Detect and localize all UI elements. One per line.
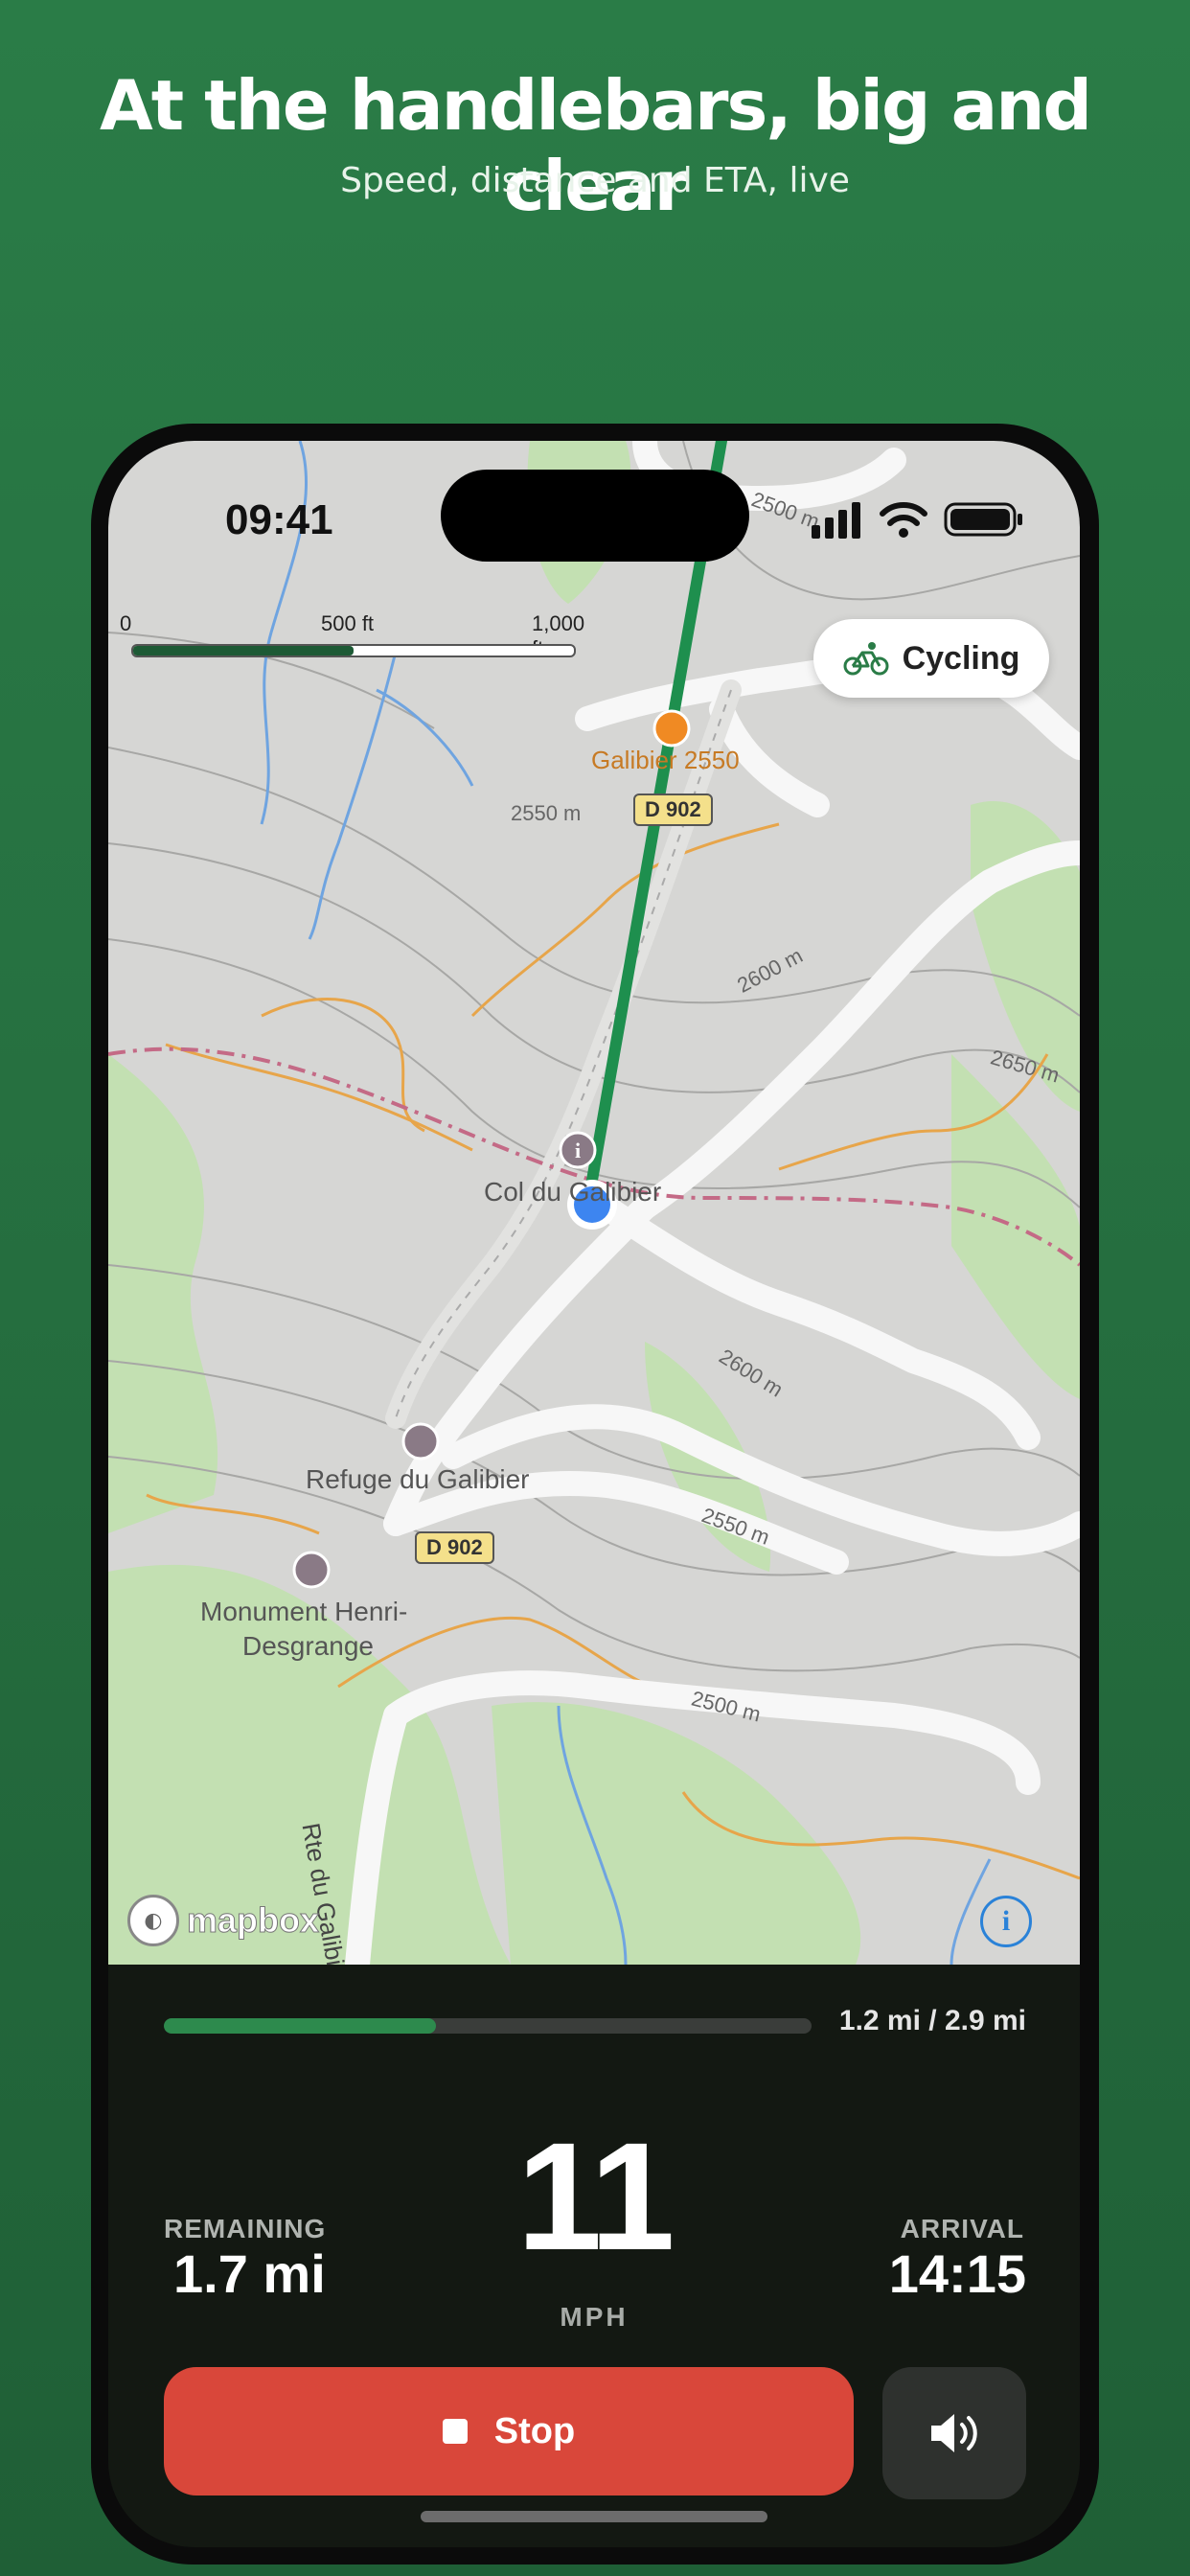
stop-button-label: Stop	[493, 2410, 576, 2451]
speed-unit: MPH	[560, 2302, 629, 2332]
scale-label-zero: 0	[120, 611, 132, 635]
mapbox-wordmark: mapbox	[186, 1900, 320, 1941]
road-shield-d902-north: D 902	[633, 794, 713, 826]
dynamic-island	[441, 470, 749, 562]
wifi-icon	[880, 502, 927, 538]
poi-galibier-2550[interactable]: Galibier 2550	[591, 746, 740, 775]
headline: At the handlebars, big and clear	[99, 65, 1092, 226]
remaining-label: REMAINING	[164, 2214, 327, 2243]
poi-monument-line2[interactable]: Desgrange	[242, 1631, 374, 1662]
status-icons	[812, 502, 1022, 539]
stop-button[interactable]: Stop	[164, 2367, 854, 2496]
travel-mode-label: Cycling	[902, 639, 1020, 677]
battery-icon	[944, 502, 1022, 537]
status-time: 09:41	[225, 496, 333, 543]
route-progress-text: 1.2 mi / 2.9 mi	[838, 2005, 1026, 2036]
scale-track	[131, 644, 576, 657]
scale-fill	[133, 646, 354, 656]
poi-refuge-du-galibier[interactable]: Refuge du Galibier	[306, 1464, 529, 1495]
map-view[interactable]: i Galibier 2550 Col du Galibier Refuge d…	[108, 441, 1080, 1990]
contour-label: 2550 m	[511, 801, 582, 825]
road-shield-d902-south: D 902	[415, 1531, 494, 1564]
ride-panel: 1.2 mi / 2.9 mi 11 MPH REMAINING 1.7 mi …	[108, 1965, 1080, 2547]
mapbox-icon: ◐	[127, 1895, 179, 1946]
arrival-value: 14:15	[888, 2243, 1026, 2304]
signal-icon	[812, 502, 860, 539]
map-info-icon[interactable]: i	[980, 1896, 1032, 1947]
sound-toggle-button[interactable]	[882, 2367, 1026, 2499]
home-indicator[interactable]	[421, 2511, 767, 2522]
map-scale-bar: 0 500 ft 1,000 ft	[120, 611, 589, 669]
speaker-icon	[931, 2414, 977, 2452]
route-progress-bar	[164, 2018, 812, 2034]
mapbox-logo[interactable]: ◐ mapbox	[127, 1895, 320, 1946]
phone-frame: i Galibier 2550 Col du Galibier Refuge d…	[91, 424, 1099, 2564]
bicycle-icon	[843, 642, 889, 676]
remaining-value: 1.7 mi	[173, 2243, 326, 2304]
scale-label-mid: 500 ft	[321, 611, 375, 635]
stop-icon	[442, 2419, 468, 2444]
subheadline: Speed, distance and ETA, live	[340, 161, 850, 200]
svg-text:i: i	[575, 1138, 581, 1162]
route-progress-fill	[164, 2018, 436, 2034]
phone-screen: i Galibier 2550 Col du Galibier Refuge d…	[108, 441, 1080, 2547]
arrival-label: ARRIVAL	[900, 2214, 1024, 2243]
poi-col-du-galibier[interactable]: Col du Galibier	[484, 1177, 661, 1208]
travel-mode-chip[interactable]: Cycling	[813, 619, 1049, 698]
poi-monument-line1[interactable]: Monument Henri-	[200, 1597, 407, 1627]
